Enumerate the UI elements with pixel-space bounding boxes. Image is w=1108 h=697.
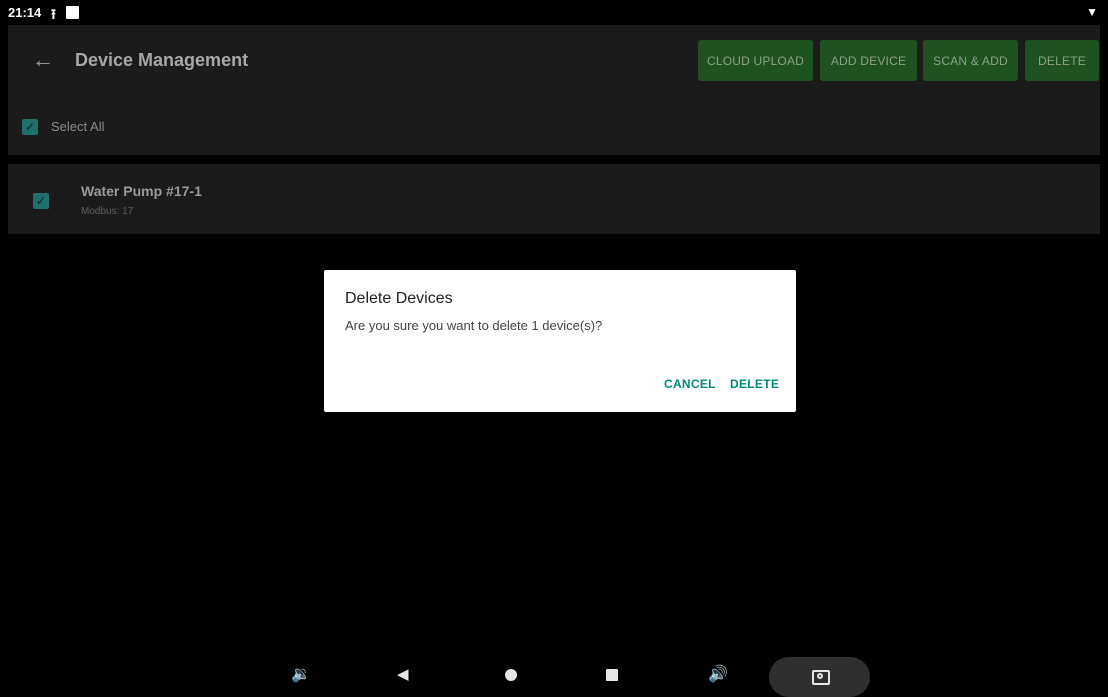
notification-square-icon — [66, 6, 79, 19]
volume-up-icon[interactable]: 🔊 — [708, 665, 728, 685]
home-dot-icon[interactable] — [505, 669, 517, 681]
arrow-back-icon[interactable]: ← — [32, 47, 54, 73]
list-item[interactable]: ✓ Water Pump #17-1 Modbus: 17 — [8, 164, 1100, 234]
device-management-screen: 21:14 ⭱ ▼ ← Device Management CLOUD UPLO… — [8, 0, 1100, 697]
volume-down-icon[interactable]: 🔉 — [291, 665, 311, 685]
back-triangle-icon[interactable]: ◀ — [397, 665, 409, 685]
dialog-cancel-button[interactable]: CANCEL — [664, 377, 716, 391]
select-all-row[interactable]: ✓ Select All — [8, 98, 1100, 155]
dialog-delete-button[interactable]: DELETE — [730, 377, 779, 391]
app-bar: ← Device Management CLOUD UPLOAD ADD DEV… — [8, 25, 1100, 98]
page-title: Device Management — [75, 50, 249, 70]
delete-button[interactable]: DELETE — [1025, 40, 1099, 81]
system-nav-bar: 🔉 ◀ 🔊 — [8, 655, 1100, 697]
device-name: Water Pump #17-1 — [81, 183, 202, 199]
delete-confirm-dialog: Delete Devices Are you sure you want to … — [324, 270, 796, 412]
dialog-title: Delete Devices — [345, 290, 453, 307]
camera-icon — [812, 670, 830, 685]
device-modbus-id: Modbus: 17 — [81, 206, 134, 217]
status-time: 21:14 — [8, 5, 42, 20]
status-bar: 21:14 ⭱ ▼ — [8, 0, 1100, 25]
select-all-checkbox[interactable]: ✓ — [22, 119, 38, 135]
select-all-label: Select All — [51, 119, 105, 134]
device-checkbox[interactable]: ✓ — [33, 193, 49, 209]
scan-and-add-button[interactable]: SCAN & ADD — [923, 40, 1018, 81]
dialog-message: Are you sure you want to delete 1 device… — [345, 318, 603, 333]
cloud-upload-button[interactable]: CLOUD UPLOAD — [698, 40, 813, 81]
recents-square-icon[interactable] — [606, 669, 618, 681]
wifi-icon: ▼ — [1086, 5, 1098, 19]
add-device-button[interactable]: ADD DEVICE — [820, 40, 917, 81]
screenshot-button[interactable] — [769, 657, 870, 697]
